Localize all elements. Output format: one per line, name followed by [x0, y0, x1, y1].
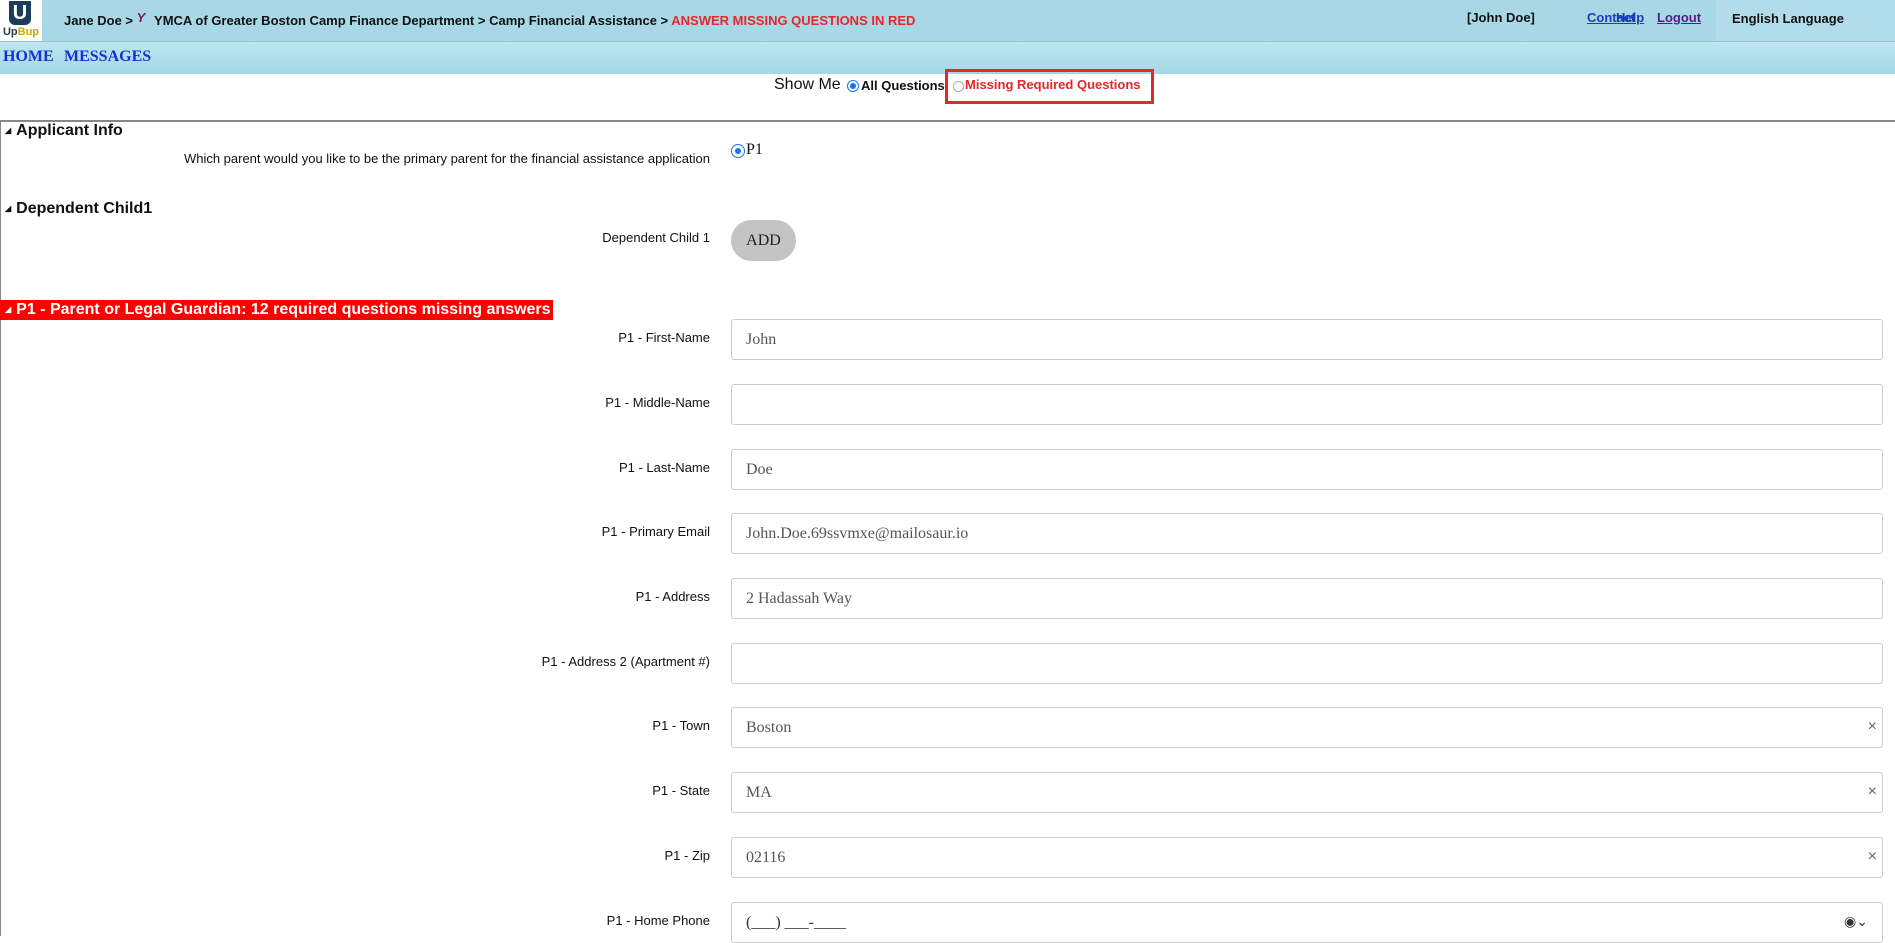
nav-home[interactable]: HOME: [3, 48, 54, 66]
last-name-field[interactable]: [731, 449, 1883, 490]
logout-link[interactable]: Logout: [1657, 10, 1701, 25]
home-phone-label: P1 - Home Phone: [606, 913, 710, 928]
address2-field[interactable]: [731, 643, 1883, 684]
primary-parent-question: Which parent would you like to be the pr…: [183, 151, 710, 166]
nav-messages[interactable]: MESSAGES: [64, 48, 151, 66]
divider: [0, 120, 1895, 122]
radio-missing-questions[interactable]: [953, 81, 964, 92]
collapse-icon: ◢: [5, 204, 12, 214]
clear-icon[interactable]: ×: [1868, 848, 1877, 866]
help-link[interactable]: Help: [1616, 10, 1644, 25]
state-label: P1 - State: [652, 783, 710, 798]
email-label: P1 - Primary Email: [601, 524, 710, 539]
logo-word-up: Up: [2, 26, 18, 38]
address-field[interactable]: [731, 578, 1883, 619]
first-name-input[interactable]: [746, 320, 1846, 359]
section-title: Applicant Info: [16, 122, 123, 139]
email-field[interactable]: [731, 513, 1883, 554]
logo-mark: U: [9, 1, 31, 25]
state-input[interactable]: [746, 773, 1846, 812]
collapse-icon: ◢: [5, 126, 12, 136]
home-phone-field[interactable]: ◉⌄: [731, 902, 1883, 943]
email-input[interactable]: [746, 514, 1846, 553]
logo-word-bup: Bup: [17, 26, 40, 38]
language-label: English Language: [1732, 11, 1844, 26]
breadcrumb-current: ANSWER MISSING QUESTIONS IN RED: [671, 13, 916, 28]
address-input[interactable]: [746, 579, 1846, 618]
dependent-child-label: Dependent Child 1: [602, 230, 710, 245]
radio-p1-label[interactable]: P1: [746, 141, 763, 159]
radio-p1[interactable]: [731, 144, 745, 158]
zip-input[interactable]: [746, 838, 1846, 877]
ymca-logo-icon: Y: [136, 10, 146, 25]
clear-icon[interactable]: ×: [1868, 783, 1877, 801]
current-user: [John Doe]: [1467, 10, 1535, 25]
breadcrumb-org[interactable]: YMCA of Greater Boston Camp Finance Depa…: [154, 13, 668, 28]
first-name-field[interactable]: [731, 319, 1883, 360]
town-field[interactable]: ×: [731, 707, 1883, 748]
section-dependent-child[interactable]: ◢ Dependent Child1: [5, 200, 152, 218]
zip-field[interactable]: ×: [731, 837, 1883, 878]
add-dependent-button[interactable]: ADD: [731, 220, 796, 261]
left-border: [0, 122, 1, 936]
middle-name-label: P1 - Middle-Name: [605, 395, 710, 410]
section-title: Dependent Child1: [16, 200, 153, 217]
top-bar: U UpBup Jane Doe > Y YMCA of Greater Bos…: [0, 0, 1895, 42]
town-input[interactable]: [746, 708, 1846, 747]
middle-name-input[interactable]: [746, 385, 1846, 424]
show-me-label: Show Me: [774, 76, 841, 93]
collapse-icon: ◢: [5, 305, 12, 314]
missing-questions-label[interactable]: Missing Required Questions: [965, 77, 1141, 92]
last-name-input[interactable]: [746, 450, 1846, 489]
contact-picker-icon[interactable]: ◉⌄: [1844, 913, 1868, 930]
section-applicant-info[interactable]: ◢ Applicant Info: [5, 122, 123, 140]
first-name-label: P1 - First-Name: [618, 330, 710, 345]
last-name-label: P1 - Last-Name: [618, 460, 710, 475]
clear-icon[interactable]: ×: [1868, 718, 1877, 736]
language-selector[interactable]: English Language: [1716, 0, 1895, 41]
address-label: P1 - Address: [635, 589, 710, 604]
radio-all-questions[interactable]: [847, 80, 859, 92]
logo-wordmark: UpBup: [0, 26, 42, 38]
breadcrumb: Jane Doe > Y YMCA of Greater Boston Camp…: [64, 10, 916, 28]
home-phone-input[interactable]: [746, 903, 1846, 942]
address2-label: P1 - Address 2 (Apartment #): [541, 654, 710, 669]
address2-input[interactable]: [746, 644, 1846, 683]
breadcrumb-user[interactable]: Jane Doe >: [64, 13, 133, 28]
town-label: P1 - Town: [652, 718, 710, 733]
all-questions-label[interactable]: All Questions: [861, 78, 945, 93]
zip-label: P1 - Zip: [664, 848, 710, 863]
section-title: P1 - Parent or Legal Guardian: 12 requir…: [16, 301, 551, 319]
upbup-logo[interactable]: U UpBup: [0, 0, 42, 41]
state-field[interactable]: ×: [731, 772, 1883, 813]
middle-name-field[interactable]: [731, 384, 1883, 425]
section-guardian-missing[interactable]: ◢ P1 - Parent or Legal Guardian: 12 requi…: [0, 300, 553, 320]
